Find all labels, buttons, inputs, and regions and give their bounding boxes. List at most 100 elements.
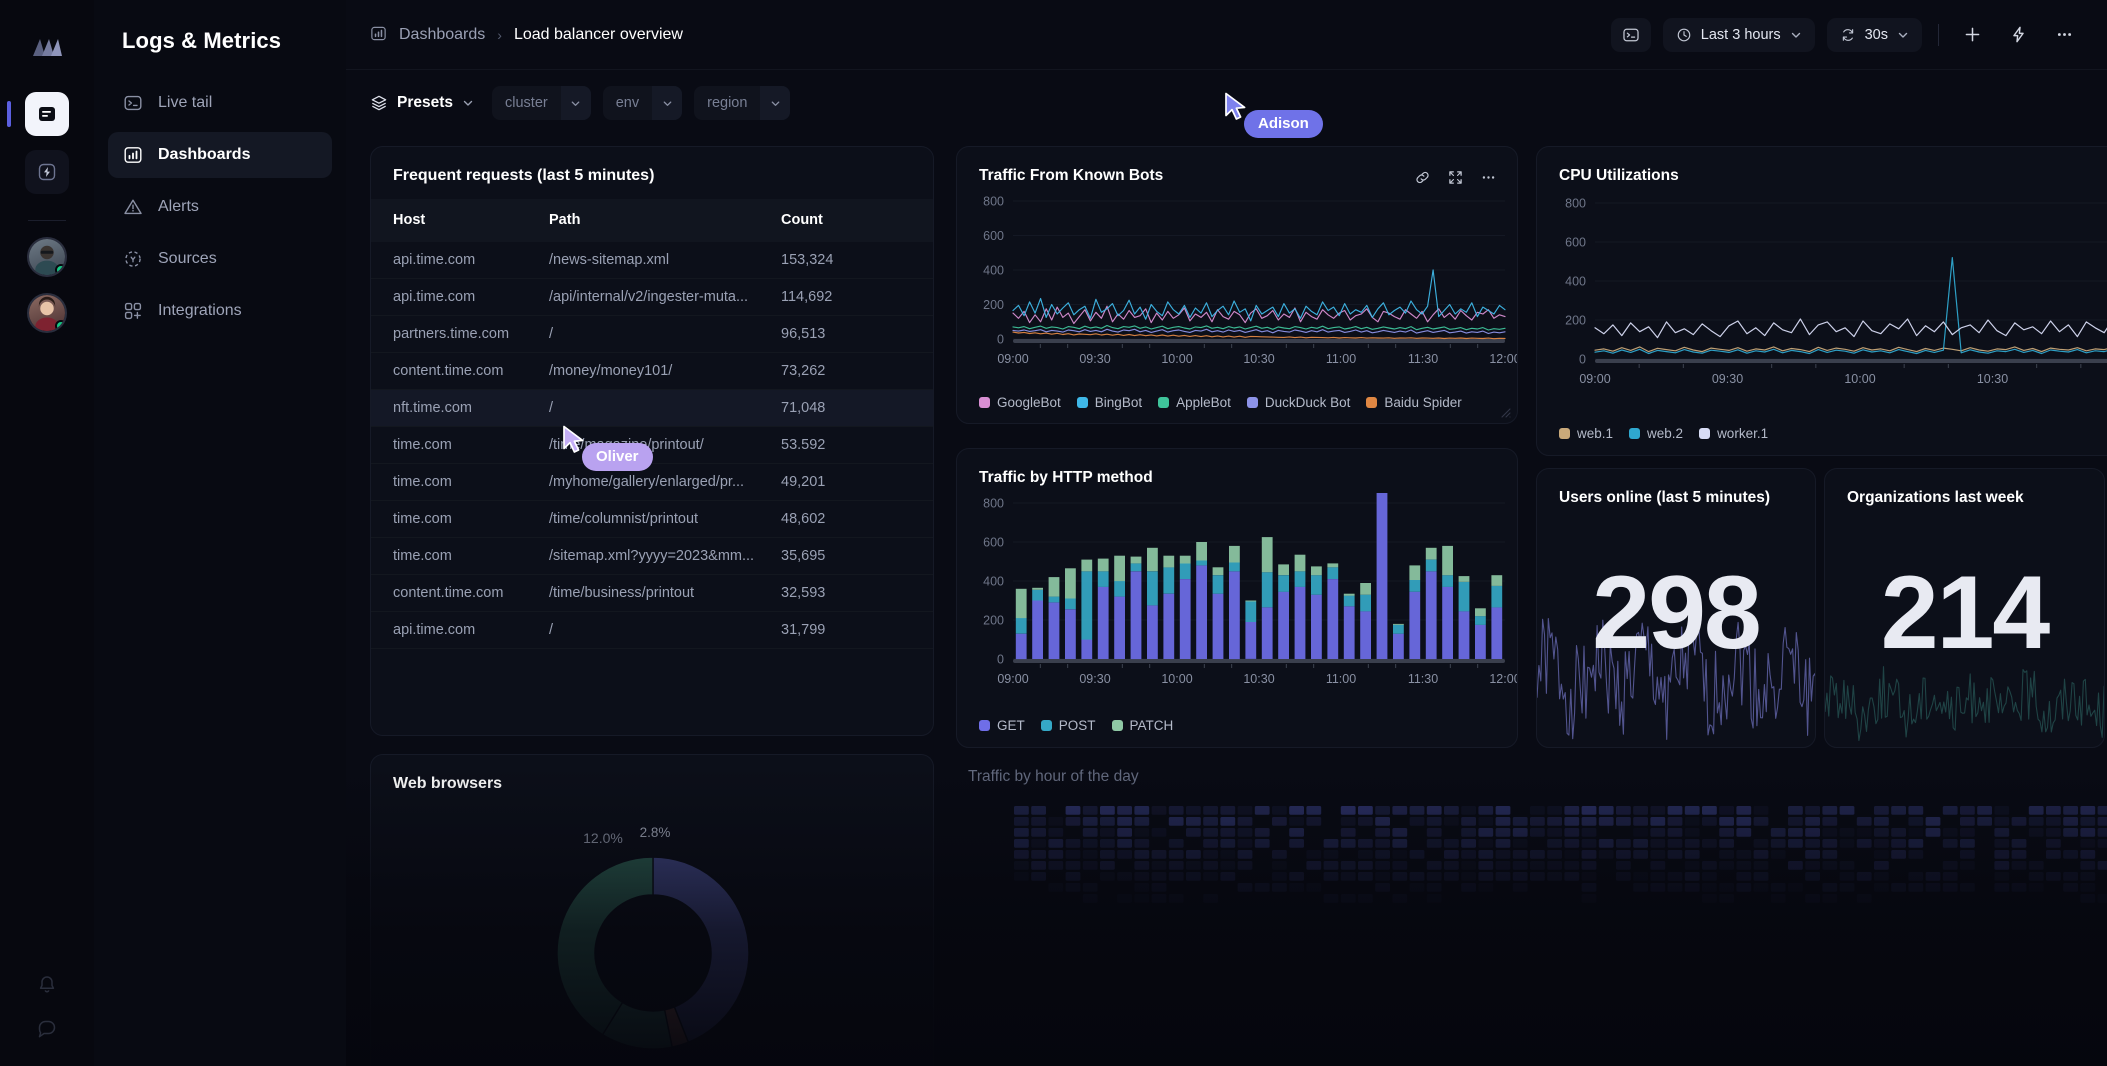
heatmap-cell[interactable]	[1994, 806, 2009, 815]
heatmap-cell[interactable]	[1960, 817, 1975, 826]
heatmap-cell[interactable]	[1513, 817, 1528, 826]
bar-segment[interactable]	[1016, 634, 1027, 659]
chevron-down-icon[interactable]	[760, 86, 790, 120]
heatmap-cell[interactable]	[1943, 806, 1958, 815]
bar-segment[interactable]	[1081, 640, 1092, 660]
heatmap-cell[interactable]	[1547, 850, 1562, 859]
heatmap-cell[interactable]	[1530, 861, 1545, 870]
heatmap-cell[interactable]	[1341, 861, 1356, 870]
heatmap-cell[interactable]	[1805, 861, 1820, 870]
heatmap-cell[interactable]	[1857, 894, 1872, 903]
heatmap-cell[interactable]	[2080, 872, 2095, 881]
heatmap-cell[interactable]	[1324, 872, 1339, 881]
time-range-picker[interactable]: Last 3 hours	[1663, 18, 1815, 52]
heatmap-cell[interactable]	[2029, 861, 2044, 870]
heatmap-cell[interactable]	[1943, 839, 1958, 848]
heatmap-cell[interactable]	[1926, 817, 1941, 826]
heatmap-cell[interactable]	[1960, 839, 1975, 848]
heatmap-cell[interactable]	[1014, 806, 1029, 815]
heatmap-cell[interactable]	[1719, 894, 1734, 903]
heatmap-cell[interactable]	[1582, 817, 1597, 826]
bar-segment[interactable]	[1360, 583, 1371, 595]
bar-segment[interactable]	[1245, 602, 1256, 623]
heatmap-cell[interactable]	[1461, 817, 1476, 826]
heatmap-cell[interactable]	[1410, 806, 1425, 815]
heatmap-cell[interactable]	[1616, 861, 1631, 870]
bar-segment[interactable]	[1377, 493, 1388, 659]
heatmap-cell[interactable]	[1805, 806, 1820, 815]
heatmap-cell[interactable]	[1031, 850, 1046, 859]
bar-segment[interactable]	[1459, 582, 1470, 611]
heatmap-cell[interactable]	[1840, 839, 1855, 848]
heatmap-cell[interactable]	[1496, 828, 1511, 837]
heatmap-cell[interactable]	[1461, 850, 1476, 859]
heatmap-cell[interactable]	[1238, 828, 1253, 837]
heatmap-cell[interactable]	[1719, 839, 1734, 848]
heatmap-cell[interactable]	[2080, 828, 2095, 837]
heatmap-cell[interactable]	[1822, 850, 1837, 859]
bar-segment[interactable]	[1475, 608, 1486, 616]
heatmap-cell[interactable]	[1736, 850, 1751, 859]
filter-chip-cluster[interactable]: cluster	[492, 86, 591, 120]
heatmap-cell[interactable]	[1943, 883, 1958, 892]
heatmap-cell[interactable]	[1478, 883, 1493, 892]
heatmap-cell[interactable]	[1582, 861, 1597, 870]
heatmap-cell[interactable]	[1152, 861, 1167, 870]
quick-action-button[interactable]	[2001, 18, 2035, 52]
bar-segment[interactable]	[1213, 575, 1224, 594]
column-header-host[interactable]: Host	[371, 199, 549, 242]
heatmap-cell[interactable]	[2029, 817, 2044, 826]
heatmap-cell[interactable]	[1736, 883, 1751, 892]
heatmap-cell[interactable]	[1169, 861, 1184, 870]
heatmap-cell[interactable]	[1702, 861, 1717, 870]
heatmap-cell[interactable]	[1014, 872, 1029, 881]
bar-segment[interactable]	[1065, 568, 1076, 598]
heatmap-cell[interactable]	[1530, 806, 1545, 815]
heatmap-cell[interactable]	[1478, 872, 1493, 881]
legend-item[interactable]: POST	[1041, 718, 1096, 733]
heatmap-cell[interactable]	[1375, 883, 1390, 892]
heatmap-cell[interactable]	[1427, 839, 1442, 848]
more-horizontal-icon[interactable]	[1480, 169, 1497, 191]
heatmap-cell[interactable]	[1994, 828, 2009, 837]
heatmap-cell[interactable]	[1358, 894, 1373, 903]
heatmap-cell[interactable]	[1272, 872, 1287, 881]
heatmap-cell[interactable]	[1014, 839, 1029, 848]
heatmap-cell[interactable]	[1117, 806, 1132, 815]
heatmap-cell[interactable]	[1650, 839, 1665, 848]
heatmap-cell[interactable]	[1513, 828, 1528, 837]
heatmap-cell[interactable]	[1358, 872, 1373, 881]
heatmap-cell[interactable]	[1771, 883, 1786, 892]
heatmap-cell[interactable]	[2046, 850, 2061, 859]
table-row[interactable]: time.com/time/magazine/printout/53.592	[371, 427, 933, 464]
heatmap-cell[interactable]	[1822, 894, 1837, 903]
heatmap-cell[interactable]	[1289, 806, 1304, 815]
heatmap-cell[interactable]	[1754, 883, 1769, 892]
bar-segment[interactable]	[1409, 580, 1420, 592]
bar-segment[interactable]	[1196, 565, 1207, 659]
heatmap-cell[interactable]	[1048, 883, 1063, 892]
heatmap-cell[interactable]	[2080, 894, 2095, 903]
heatmap-cell[interactable]	[1169, 806, 1184, 815]
bar-segment[interactable]	[1475, 616, 1486, 625]
bar-segment[interactable]	[1327, 567, 1338, 579]
link-icon[interactable]	[1414, 169, 1431, 191]
heatmap-cell[interactable]	[1736, 828, 1751, 837]
heatmap-cell[interactable]	[1564, 839, 1579, 848]
bar-segment[interactable]	[1049, 597, 1060, 603]
heatmap-cell[interactable]	[1564, 872, 1579, 881]
bar-segment[interactable]	[1098, 587, 1109, 659]
heatmap-cell[interactable]	[1255, 828, 1270, 837]
bar-segment[interactable]	[1278, 592, 1289, 659]
heatmap-cell[interactable]	[1908, 806, 1923, 815]
heatmap-cell[interactable]	[1306, 861, 1321, 870]
heatmap-cell[interactable]	[1410, 872, 1425, 881]
sidebar-item-integrations[interactable]: Integrations	[108, 288, 332, 334]
heatmap-cell[interactable]	[2063, 872, 2078, 881]
heatmap-cell[interactable]	[1908, 872, 1923, 881]
heatmap-cell[interactable]	[1083, 883, 1098, 892]
heatmap-cell[interactable]	[2080, 883, 2095, 892]
heatmap-cell[interactable]	[1857, 828, 1872, 837]
heatmap-cell[interactable]	[1685, 883, 1700, 892]
heatmap-cell[interactable]	[1874, 850, 1889, 859]
